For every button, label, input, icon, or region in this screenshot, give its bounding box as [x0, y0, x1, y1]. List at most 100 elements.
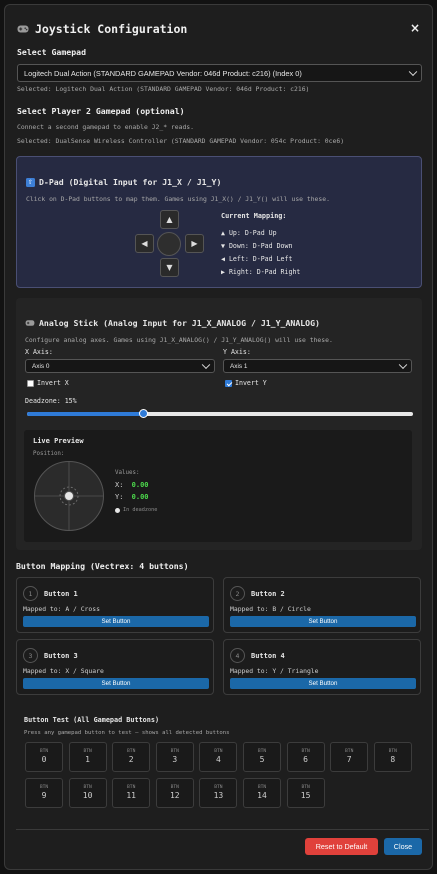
test-button-number: 11: [126, 791, 136, 800]
button-number-badge: 3: [23, 648, 38, 663]
test-button-label: BTN: [257, 749, 267, 754]
test-button-3: BTN 3: [155, 742, 194, 772]
dpad-down-button[interactable]: ▼: [160, 258, 179, 277]
y-axis-label: Y Axis:: [223, 348, 251, 356]
test-button-0: BTN 0: [25, 742, 63, 772]
test-button-label: BTN: [39, 749, 49, 754]
button-test-hint: Press any gamepad button to test — shows…: [24, 730, 230, 736]
test-button-11: BTN 11: [112, 778, 151, 808]
button-title: Button 2: [251, 590, 285, 598]
button-title: Button 1: [44, 590, 78, 598]
test-button-label: BTN: [127, 749, 136, 754]
invert-x-checkbox[interactable]: [27, 380, 34, 387]
test-button-label: BTN: [301, 749, 310, 754]
button-test-heading: Button Test (All Gamepad Buttons): [24, 716, 160, 724]
button-card: 2 Button 2 Mapped to: B / Circle Set Button: [223, 577, 421, 633]
analog-panel: Analog Stick (Analog Input for J1_X_ANAL…: [16, 298, 422, 550]
test-button-number: 12: [169, 791, 180, 800]
deadzone-dot-icon: [115, 507, 120, 513]
test-button-number: 5: [259, 755, 265, 764]
set-button[interactable]: Set Button: [230, 678, 416, 689]
stick-position-visual: [34, 461, 104, 531]
deadzone-slider-thumb[interactable]: [138, 409, 148, 418]
dpad-right-button[interactable]: ▶: [185, 234, 204, 253]
deadzone-slider[interactable]: [27, 409, 413, 418]
y-value: 0.00: [131, 493, 149, 501]
player2-selected-info: Selected: DualSense Wireless Controller …: [17, 137, 345, 145]
test-button-number: 4: [215, 755, 221, 764]
test-button-number: 6: [303, 755, 308, 764]
gamepad-select[interactable]: Logitech Dual Action (STANDARD GAMEPAD V…: [17, 64, 422, 82]
button-card: 4 Button 4 Mapped to: Y / Triangle Set Butt…: [223, 639, 421, 695]
button-mapped-to: Mapped to: Y / Triangle: [230, 667, 319, 675]
button-card: 3 Button 3 Mapped to: X / Square Set Button: [16, 639, 214, 695]
x-value-row: X: 0.00: [115, 481, 149, 489]
position-label: Position:: [33, 451, 65, 457]
invert-y-label: Invert Y: [235, 379, 267, 387]
x-axis-select[interactable]: Axis 0: [25, 359, 215, 373]
button-card: 1 Button 1 Mapped to: A / Cross Set Button: [16, 577, 214, 633]
deadzone-indicator: In deadzone: [115, 507, 157, 513]
analog-heading: Analog Stick (Analog Input for J1_X_ANAL…: [39, 318, 320, 328]
mapping-right: ▶ Right: D-Pad Right: [221, 268, 301, 276]
x-value-label: X:: [115, 481, 124, 489]
test-button-4: BTN 4: [199, 742, 238, 772]
gamepad-icon: [17, 25, 29, 33]
test-button-label: BTN: [39, 785, 49, 790]
deadzone-slider-fill: [27, 412, 143, 416]
test-button-6: BTN 6: [286, 742, 325, 772]
button-title: Button 3: [44, 652, 78, 660]
player2-hint: Connect a second gamepad to enable J2_* …: [17, 123, 194, 131]
chevron-down-icon: [201, 360, 211, 370]
button-number-badge: 1: [23, 586, 38, 601]
test-button-label: BTN: [345, 749, 354, 754]
test-button-13: BTN 13: [199, 778, 238, 808]
y-value-label: Y:: [115, 493, 124, 501]
x-axis-label: X Axis:: [25, 348, 53, 356]
gamepad-select-value: Logitech Dual Action (STANDARD GAMEPAD V…: [24, 68, 302, 78]
gamepad-selected-info: Selected: Logitech Dual Action (STANDARD…: [17, 85, 310, 93]
button-mapped-to: Mapped to: B / Circle: [230, 605, 311, 613]
test-button-5: BTN 5: [243, 742, 281, 772]
test-button-14: BTN 14: [243, 778, 281, 808]
y-axis-select-value: Axis 1: [230, 362, 248, 370]
test-button-7: BTN 7: [330, 742, 369, 772]
dpad-up-button[interactable]: ▲: [160, 210, 179, 229]
set-button[interactable]: Set Button: [23, 678, 209, 689]
dialog-header: Joystick Configuration ×: [17, 21, 420, 37]
test-button-number: 7: [346, 755, 352, 764]
close-icon[interactable]: ×: [410, 21, 420, 35]
mapping-left: ◀ Left: D-Pad Left: [221, 255, 293, 263]
test-button-10: BTN 10: [68, 778, 107, 808]
button-title: Button 4: [251, 652, 285, 660]
set-button[interactable]: Set Button: [23, 616, 209, 627]
test-button-number: 0: [41, 755, 47, 764]
dpad-center: [157, 232, 181, 256]
dpad-hint: Click on D-Pad buttons to map them. Game…: [26, 195, 330, 203]
button-mapped-to: Mapped to: A / Cross: [23, 605, 100, 613]
dpad-left-button[interactable]: ◀: [135, 234, 154, 253]
set-button[interactable]: Set Button: [230, 616, 416, 627]
player2-heading: Select Player 2 Gamepad (optional): [17, 106, 185, 116]
test-button-12: BTN 12: [155, 778, 194, 808]
test-button-number: 15: [300, 791, 311, 800]
invert-y-checkbox[interactable]: [225, 380, 232, 387]
test-button-number: 10: [82, 791, 93, 800]
test-button-label: BTN: [214, 749, 223, 754]
close-button[interactable]: Close: [384, 838, 422, 855]
dpad-panel: ⇧ D-Pad (Digital Input for J1_X / J1_Y) …: [16, 156, 422, 288]
test-button-2: BTN 2: [112, 742, 151, 772]
button-mapped-to: Mapped to: X / Square: [23, 667, 104, 675]
test-button-label: BTN: [214, 785, 223, 790]
y-axis-select[interactable]: Axis 1: [223, 359, 412, 373]
test-button-label: BTN: [257, 785, 267, 790]
analog-hint: Configure analog axes. Games using J1_X_…: [25, 336, 333, 344]
test-button-number: 9: [41, 791, 47, 800]
invert-x-label: Invert X: [37, 379, 69, 387]
footer-divider: [16, 829, 429, 830]
test-button-label: BTN: [127, 785, 136, 790]
analog-heading-row: Analog Stick (Analog Input for J1_X_ANAL…: [25, 318, 320, 328]
reset-button[interactable]: Reset to Default: [305, 838, 378, 855]
test-button-label: BTN: [170, 749, 179, 754]
deadzone-note: In deadzone: [123, 507, 158, 513]
